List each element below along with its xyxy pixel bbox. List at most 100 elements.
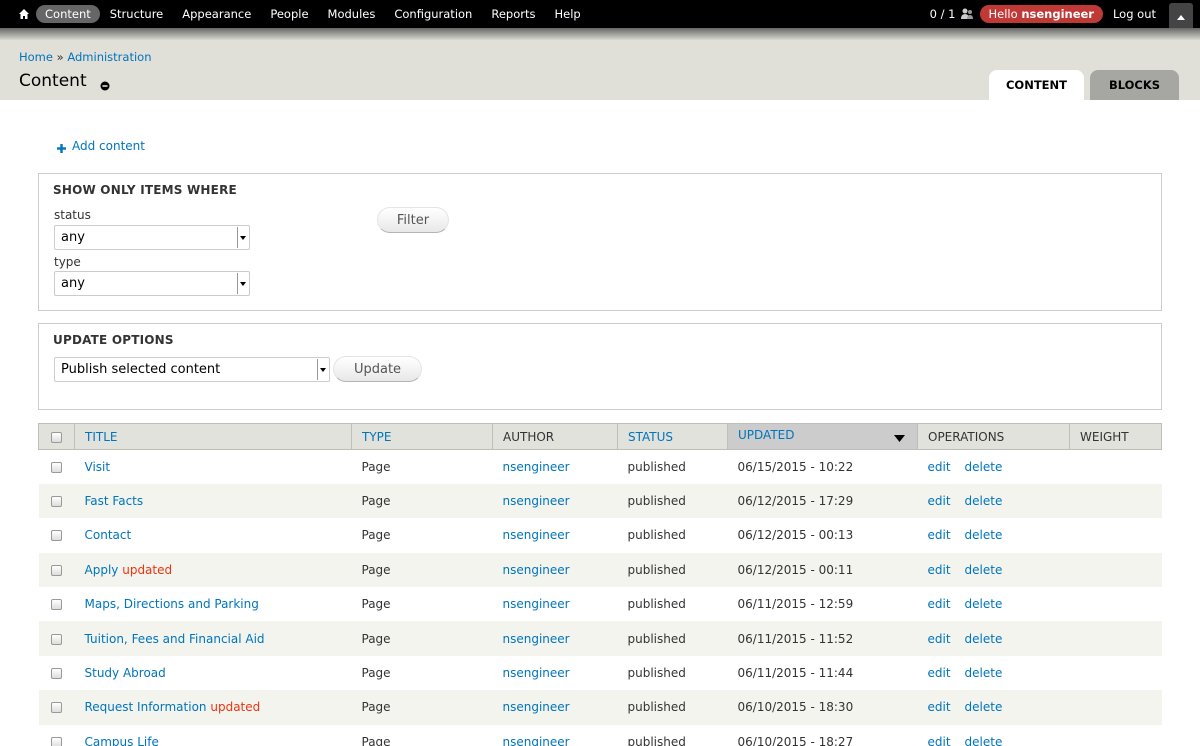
- delete-link[interactable]: delete: [965, 666, 1003, 680]
- author-cell: nsengineer: [492, 449, 618, 484]
- delete-link[interactable]: delete: [965, 563, 1003, 577]
- edit-link[interactable]: edit: [928, 735, 951, 746]
- toolbar-menu-reports[interactable]: Reports: [482, 5, 544, 23]
- delete-link[interactable]: delete: [965, 597, 1003, 611]
- logout-link[interactable]: Log out: [1113, 7, 1156, 21]
- author-link[interactable]: nsengineer: [503, 632, 570, 646]
- status-select[interactable]: any: [54, 225, 250, 250]
- operations-cell: edit delete: [917, 483, 1070, 519]
- operations-cell: edit delete: [917, 690, 1070, 725]
- username: nsengineer: [1021, 7, 1094, 21]
- delete-link[interactable]: delete: [965, 700, 1003, 714]
- header-updated[interactable]: Updated: [727, 423, 918, 450]
- toolbar-menu-modules[interactable]: Modules: [319, 5, 385, 23]
- title-link[interactable]: Request Information: [85, 700, 207, 714]
- hello-prefix: Hello: [988, 7, 1022, 21]
- author-link[interactable]: nsengineer: [503, 597, 570, 611]
- title-link[interactable]: Tuition, Fees and Financial Aid: [85, 632, 265, 646]
- title-cell: Maps, Directions and Parking: [74, 587, 352, 622]
- row-checkbox[interactable]: [50, 736, 62, 746]
- row-checkbox[interactable]: [50, 530, 62, 542]
- status-cell: published: [617, 449, 728, 484]
- edit-link[interactable]: edit: [928, 563, 951, 577]
- weight-cell: [1069, 518, 1162, 553]
- header-type[interactable]: Type: [351, 423, 493, 450]
- author-link[interactable]: nsengineer: [503, 666, 570, 680]
- title-link[interactable]: Maps, Directions and Parking: [85, 597, 259, 611]
- row-checkbox[interactable]: [50, 668, 62, 680]
- title-link[interactable]: Visit: [85, 460, 111, 474]
- edit-link[interactable]: edit: [928, 700, 951, 714]
- edit-link[interactable]: edit: [928, 528, 951, 542]
- delete-link[interactable]: delete: [965, 632, 1003, 646]
- author-cell: nsengineer: [492, 587, 618, 622]
- author-link[interactable]: nsengineer: [503, 528, 570, 542]
- delete-link[interactable]: delete: [965, 460, 1003, 474]
- author-cell: nsengineer: [492, 621, 618, 656]
- status-cell: published: [617, 655, 728, 691]
- delete-link[interactable]: delete: [965, 528, 1003, 542]
- title-link[interactable]: Campus Life: [85, 735, 159, 746]
- title-link[interactable]: Fast Facts: [85, 494, 144, 508]
- delete-link[interactable]: delete: [965, 735, 1003, 746]
- chevron-up-icon[interactable]: [1169, 3, 1193, 31]
- table-row: Request Information updated Page nsenginee…: [38, 690, 1162, 725]
- row-checkbox-cell: [38, 483, 75, 519]
- update-button[interactable]: Update: [333, 356, 422, 382]
- row-checkbox[interactable]: [50, 633, 62, 645]
- author-link[interactable]: nsengineer: [503, 460, 570, 474]
- type-select[interactable]: any: [54, 271, 250, 296]
- status-select-value: any: [61, 230, 85, 245]
- toolbar-menu-structure[interactable]: Structure: [101, 5, 173, 23]
- toolbar-menu-people[interactable]: People: [261, 5, 317, 23]
- operations-cell: edit delete: [917, 449, 1070, 484]
- row-checkbox[interactable]: [50, 599, 62, 611]
- header-title[interactable]: Title: [74, 423, 352, 450]
- toolbar-menu-help[interactable]: Help: [545, 5, 589, 23]
- edit-link[interactable]: edit: [928, 460, 951, 474]
- filter-button[interactable]: Filter: [377, 207, 449, 233]
- table-body: Visit Page nsengineer published 06/15/2015 -…: [38, 449, 1162, 746]
- hello-user-badge[interactable]: Hello nsengineer: [979, 5, 1103, 23]
- toolbar-menu-content[interactable]: Content: [36, 5, 100, 23]
- table-header-row: Title Type Author Status Updated Operati…: [38, 423, 1162, 450]
- title-cell: Contact: [74, 518, 352, 553]
- select-all-header: [38, 423, 75, 450]
- updated-cell: 06/11/2015 - 11:44: [727, 655, 918, 691]
- author-link[interactable]: nsengineer: [503, 563, 570, 577]
- breadcrumb-administration[interactable]: Administration: [67, 50, 151, 64]
- edit-link[interactable]: edit: [928, 494, 951, 508]
- toolbar-menu-appearance[interactable]: Appearance: [173, 5, 260, 23]
- row-checkbox-cell: [38, 655, 75, 691]
- operation-select[interactable]: Publish selected content: [54, 357, 330, 382]
- add-content-link[interactable]: Add content: [57, 139, 145, 153]
- row-checkbox[interactable]: [50, 564, 62, 576]
- tab-content[interactable]: Content: [989, 70, 1084, 100]
- edit-link[interactable]: edit: [928, 632, 951, 646]
- row-checkbox[interactable]: [50, 496, 62, 508]
- title-link[interactable]: Apply: [85, 563, 119, 577]
- title-link[interactable]: Contact: [85, 528, 132, 542]
- row-checkbox-cell: [38, 724, 75, 746]
- edit-link[interactable]: edit: [928, 666, 951, 680]
- shortcut-toggle-icon[interactable]: [100, 76, 110, 91]
- row-checkbox[interactable]: [50, 702, 62, 714]
- status-cell: published: [617, 724, 728, 746]
- author-link[interactable]: nsengineer: [503, 735, 570, 746]
- tab-blocks[interactable]: Blocks: [1090, 70, 1179, 100]
- sort-desc-icon: [894, 431, 905, 445]
- delete-link[interactable]: delete: [965, 494, 1003, 508]
- breadcrumb-home[interactable]: Home: [19, 50, 53, 64]
- edit-link[interactable]: edit: [928, 597, 951, 611]
- title-cell: Fast Facts: [74, 483, 352, 519]
- title-link[interactable]: Study Abroad: [85, 666, 166, 680]
- select-all-checkbox[interactable]: [51, 431, 62, 443]
- header-status[interactable]: Status: [617, 423, 728, 450]
- row-checkbox[interactable]: [50, 461, 62, 473]
- toolbar-menu: Content Structure Appearance People Modules C…: [36, 5, 591, 23]
- updated-cell: 06/12/2015 - 17:29: [727, 483, 918, 519]
- author-link[interactable]: nsengineer: [503, 700, 570, 714]
- home-icon[interactable]: [15, 0, 33, 28]
- toolbar-menu-configuration[interactable]: Configuration: [385, 5, 481, 23]
- author-link[interactable]: nsengineer: [503, 494, 570, 508]
